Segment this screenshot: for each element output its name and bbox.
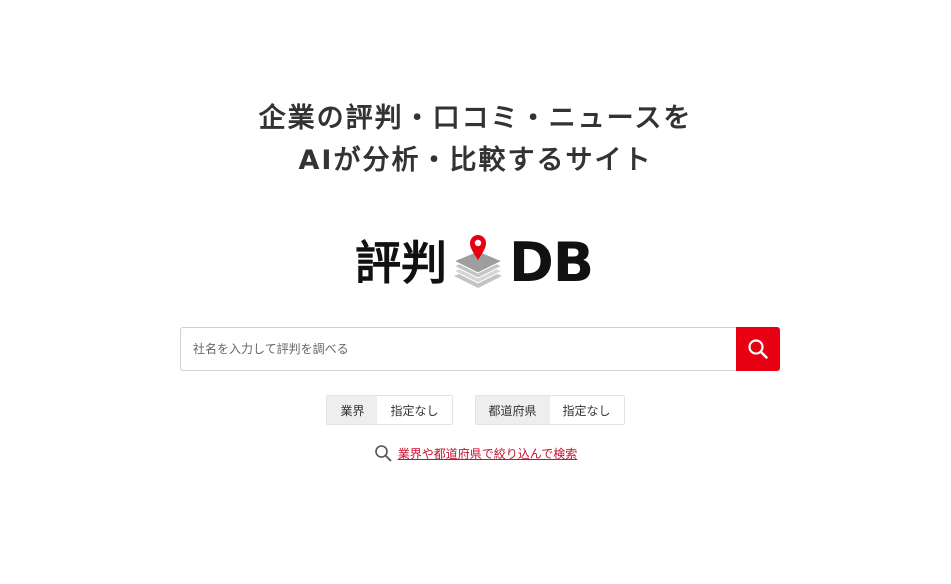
logo-text-jp: 評判 (355, 236, 447, 290)
refine-search: 業界や都道府県で絞り込んで検索 (0, 444, 951, 462)
search-icon (748, 339, 768, 359)
search-bar (180, 327, 780, 371)
industry-filter-value: 指定なし (377, 396, 452, 424)
prefecture-filter-value: 指定なし (549, 396, 624, 424)
company-search-input[interactable] (180, 327, 737, 371)
prefecture-filter-label: 都道府県 (475, 396, 550, 424)
industry-filter-label: 業界 (327, 396, 378, 424)
filter-row: 業界 指定なし 都道府県 指定なし (0, 395, 951, 425)
site-logo[interactable]: 評判 DB (355, 230, 605, 296)
industry-filter[interactable]: 業界 指定なし (326, 395, 453, 425)
tagline-line-1: 企業の評判・口コミ・ニュースを (258, 103, 693, 134)
tagline-line-2: AIが分析・比較するサイト (298, 145, 653, 176)
hero-tagline: 企業の評判・口コミ・ニュースを AIが分析・比較するサイト (0, 98, 951, 182)
page: 企業の評判・口コミ・ニュースを AIが分析・比較するサイト 評判 DB 業界 (0, 0, 951, 584)
search-icon (374, 445, 392, 462)
prefecture-filter[interactable]: 都道府県 指定なし (474, 395, 625, 425)
stacked-pages-pin-icon (452, 235, 504, 288)
logo-text-en: DB (509, 231, 594, 294)
refine-search-link[interactable]: 業界や都道府県で絞り込んで検索 (398, 445, 577, 462)
search-button[interactable] (736, 327, 780, 371)
